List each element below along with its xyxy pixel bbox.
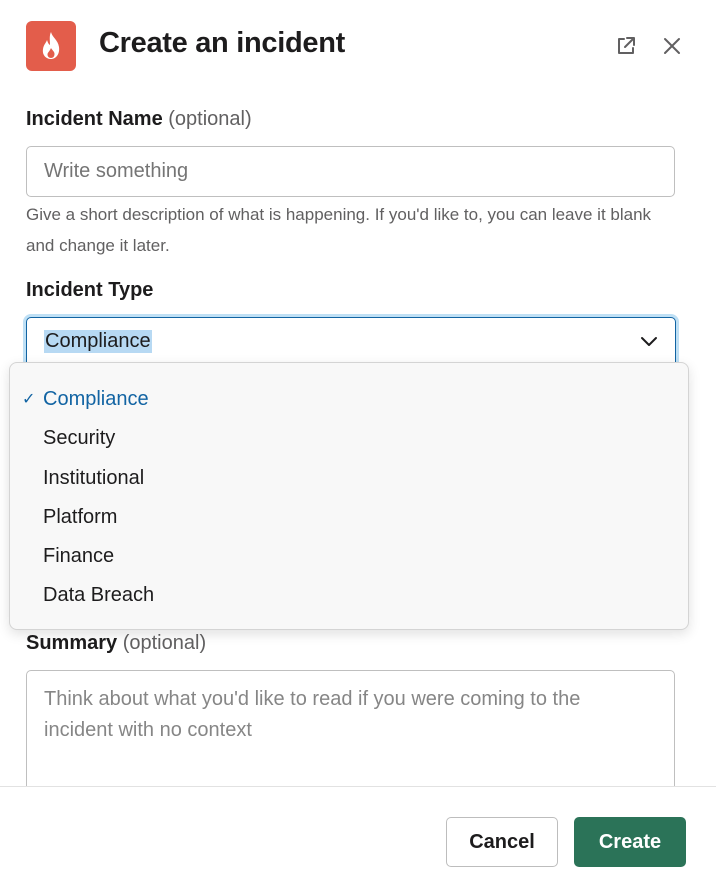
modal-footer: Cancel Create bbox=[0, 786, 716, 889]
incident-type-selected-value: Compliance bbox=[44, 330, 152, 353]
external-link-icon bbox=[618, 37, 635, 54]
option-institutional[interactable]: Institutional bbox=[10, 459, 688, 498]
option-label: Data Breach bbox=[43, 584, 155, 606]
option-label: Finance bbox=[43, 545, 115, 567]
create-button[interactable]: Create bbox=[574, 817, 686, 867]
incident-name-label-text: Incident Name bbox=[26, 108, 163, 130]
incident-type-label: Incident Type bbox=[26, 279, 154, 301]
incident-app-icon bbox=[26, 21, 76, 71]
option-label: Institutional bbox=[43, 467, 145, 489]
incident-type-dropdown-menu: ✓ Compliance Security Institutional Plat… bbox=[9, 362, 689, 630]
option-label: Platform bbox=[43, 506, 118, 528]
incident-type-select[interactable]: Compliance bbox=[26, 317, 676, 367]
summary-label: Summary (optional) bbox=[26, 632, 206, 655]
option-data-breach[interactable]: Data Breach bbox=[10, 576, 688, 615]
chevron-down-icon bbox=[641, 337, 657, 346]
checkmark-icon: ✓ bbox=[22, 391, 36, 408]
option-security[interactable]: Security bbox=[10, 419, 688, 458]
option-label: Compliance bbox=[43, 388, 149, 410]
option-platform[interactable]: Platform bbox=[10, 498, 688, 537]
incident-name-input[interactable] bbox=[26, 146, 675, 197]
close-icon bbox=[664, 38, 680, 54]
option-finance[interactable]: Finance bbox=[10, 537, 688, 576]
open-in-new-window-button[interactable] bbox=[612, 32, 640, 60]
option-label: Security bbox=[43, 427, 116, 449]
close-button[interactable] bbox=[658, 32, 686, 60]
option-compliance[interactable]: ✓ Compliance bbox=[10, 380, 688, 419]
optional-tag: (optional) bbox=[168, 108, 252, 130]
incident-name-label: Incident Name (optional) bbox=[26, 108, 252, 131]
summary-label-text: Summary bbox=[26, 632, 118, 654]
optional-tag: (optional) bbox=[122, 632, 207, 654]
cancel-button[interactable]: Cancel bbox=[446, 817, 558, 867]
summary-placeholder: Think about what you'd like to read if y… bbox=[44, 688, 581, 741]
flame-icon bbox=[42, 32, 60, 59]
incident-name-help-text: Give a short description of what is happ… bbox=[26, 205, 652, 255]
modal-title: Create an incident bbox=[99, 27, 345, 59]
